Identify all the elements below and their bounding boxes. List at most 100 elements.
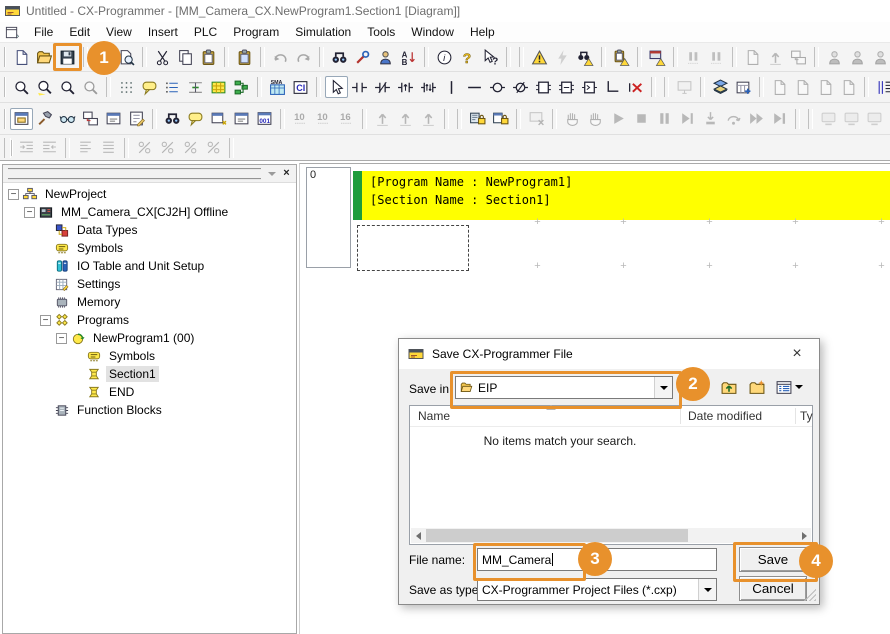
cross-reference-report-button[interactable]	[79, 108, 102, 130]
menu-file[interactable]: File	[26, 23, 61, 41]
view-mnemonics-button[interactable]	[266, 76, 289, 98]
zoom-in-button[interactable]	[33, 76, 56, 98]
tree-item-function-blocks[interactable]: Function Blocks	[3, 401, 296, 419]
data-trace-button[interactable]	[732, 76, 755, 98]
new-fb-parameter-button[interactable]	[578, 76, 601, 98]
show-grid-button[interactable]	[115, 76, 138, 98]
tree-item-section1[interactable]: Section1	[3, 365, 296, 383]
cancel-button[interactable]: Cancel	[739, 576, 807, 601]
show-io-comments-button[interactable]	[184, 76, 207, 98]
new-coil-button[interactable]	[486, 76, 509, 98]
help-topics-button[interactable]	[456, 46, 479, 68]
show-rung-annotations-button[interactable]	[161, 76, 184, 98]
file-list[interactable]: Name Date modified Ty No items match you…	[409, 405, 813, 545]
save-as-type-dropdown-button[interactable]	[698, 579, 716, 600]
child-window-icon[interactable]	[4, 25, 20, 40]
save-as-type-combobox[interactable]: CX-Programmer Project Files (*.cxp)	[477, 578, 717, 601]
menu-program[interactable]: Program	[225, 23, 287, 41]
new-line-corner-button[interactable]	[601, 76, 624, 98]
set-password-button[interactable]	[466, 108, 489, 130]
workspace-dropdown-button[interactable]	[264, 167, 279, 180]
differential-monitor-button[interactable]	[709, 76, 732, 98]
save-in-combobox[interactable]: EIP	[455, 376, 673, 399]
expand-collapse-toggle[interactable]: −	[8, 189, 19, 200]
show-section-list-button[interactable]	[230, 76, 253, 98]
new-instruction-button[interactable]	[532, 76, 555, 98]
view-symbols-button[interactable]	[289, 76, 312, 98]
expand-collapse-toggle[interactable]: −	[24, 207, 35, 218]
tree-item-data-types[interactable]: Data Types	[3, 221, 296, 239]
watch-window-button[interactable]	[873, 76, 890, 98]
tree-item-settings[interactable]: Settings	[3, 275, 296, 293]
menu-window[interactable]: Window	[403, 23, 462, 41]
tree-item-newprogram1[interactable]: −NewProgram1 (00)	[3, 329, 296, 347]
properties-button[interactable]	[125, 108, 148, 130]
column-name[interactable]: Name	[418, 409, 450, 423]
paste-program-button[interactable]	[233, 46, 256, 68]
menu-insert[interactable]: Insert	[140, 23, 186, 41]
new-closed-contact-button[interactable]	[371, 76, 394, 98]
paste-button[interactable]	[197, 46, 220, 68]
find-button[interactable]	[328, 46, 351, 68]
symbol-sort-button[interactable]	[397, 46, 420, 68]
menu-help[interactable]: Help	[462, 23, 503, 41]
delete-line-button[interactable]	[624, 76, 647, 98]
scrollbar-thumb[interactable]	[426, 529, 688, 542]
select-mode-button[interactable]	[325, 76, 348, 98]
toggle-project-workspace-button[interactable]	[10, 108, 33, 130]
menu-simulation[interactable]: Simulation	[287, 23, 359, 41]
address-reference-tool-button[interactable]	[351, 46, 374, 68]
new-horizontal-line-button[interactable]	[463, 76, 486, 98]
about-button[interactable]	[433, 46, 456, 68]
menu-view[interactable]: View	[98, 23, 140, 41]
selected-cell[interactable]	[357, 225, 469, 271]
new-button[interactable]	[10, 46, 33, 68]
show-rung-comments-button[interactable]	[207, 76, 230, 98]
io-table-window-button[interactable]	[230, 108, 253, 130]
watch-window-view-button[interactable]	[56, 108, 79, 130]
expand-collapse-toggle[interactable]: −	[40, 315, 51, 326]
zoom-fit-button[interactable]	[10, 76, 33, 98]
column-divider[interactable]	[680, 408, 681, 424]
zoom-out-button[interactable]	[56, 76, 79, 98]
resize-grip[interactable]	[804, 589, 816, 601]
tree-item-end[interactable]: END	[3, 383, 296, 401]
online-edit-transfer-button[interactable]	[610, 46, 633, 68]
new-vertical-line-button[interactable]	[440, 76, 463, 98]
new-fb-invocation-button[interactable]	[555, 76, 578, 98]
tree-item-plc-device[interactable]: −MM_Camera_CX[CJ2H] Offline	[3, 203, 296, 221]
replace-button[interactable]	[374, 46, 397, 68]
new-folder-button[interactable]	[745, 376, 769, 398]
address-reference-button[interactable]	[161, 108, 184, 130]
view-menu-button[interactable]	[773, 376, 805, 398]
menu-plc[interactable]: PLC	[186, 23, 225, 41]
scroll-left-arrow[interactable]	[411, 528, 425, 543]
new-or-contact-button[interactable]	[394, 76, 417, 98]
save-button[interactable]: Save	[739, 547, 807, 572]
column-divider[interactable]	[795, 408, 796, 424]
workspace-grip[interactable]	[8, 168, 261, 180]
new-closed-coil-button[interactable]	[509, 76, 532, 98]
new-contact-button[interactable]	[348, 76, 371, 98]
expand-collapse-toggle[interactable]: −	[56, 333, 67, 344]
release-password-button[interactable]	[489, 108, 512, 130]
menu-tools[interactable]: Tools	[359, 23, 403, 41]
menu-edit[interactable]: Edit	[61, 23, 98, 41]
output-window-button[interactable]	[102, 108, 125, 130]
search-compile-report-button[interactable]	[574, 46, 597, 68]
new-window-button[interactable]	[207, 108, 230, 130]
save-button[interactable]	[56, 46, 79, 68]
column-date-modified[interactable]: Date modified	[688, 409, 762, 423]
dialog-close-button[interactable]: ×	[787, 344, 807, 364]
tree-item-programs[interactable]: −Programs	[3, 311, 296, 329]
tree-item-memory[interactable]: Memory	[3, 293, 296, 311]
show-comments-button[interactable]	[138, 76, 161, 98]
cut-button[interactable]	[151, 46, 174, 68]
scroll-right-arrow[interactable]	[797, 528, 811, 543]
save-in-dropdown-button[interactable]	[654, 377, 672, 398]
new-or-closed-contact-button[interactable]	[417, 76, 440, 98]
tree-item-io-table[interactable]: IO Table and Unit Setup	[3, 257, 296, 275]
compile-tool-button[interactable]	[33, 108, 56, 130]
transfer-compare-button[interactable]	[646, 46, 669, 68]
tree-item-newproject[interactable]: −NewProject	[3, 185, 296, 203]
